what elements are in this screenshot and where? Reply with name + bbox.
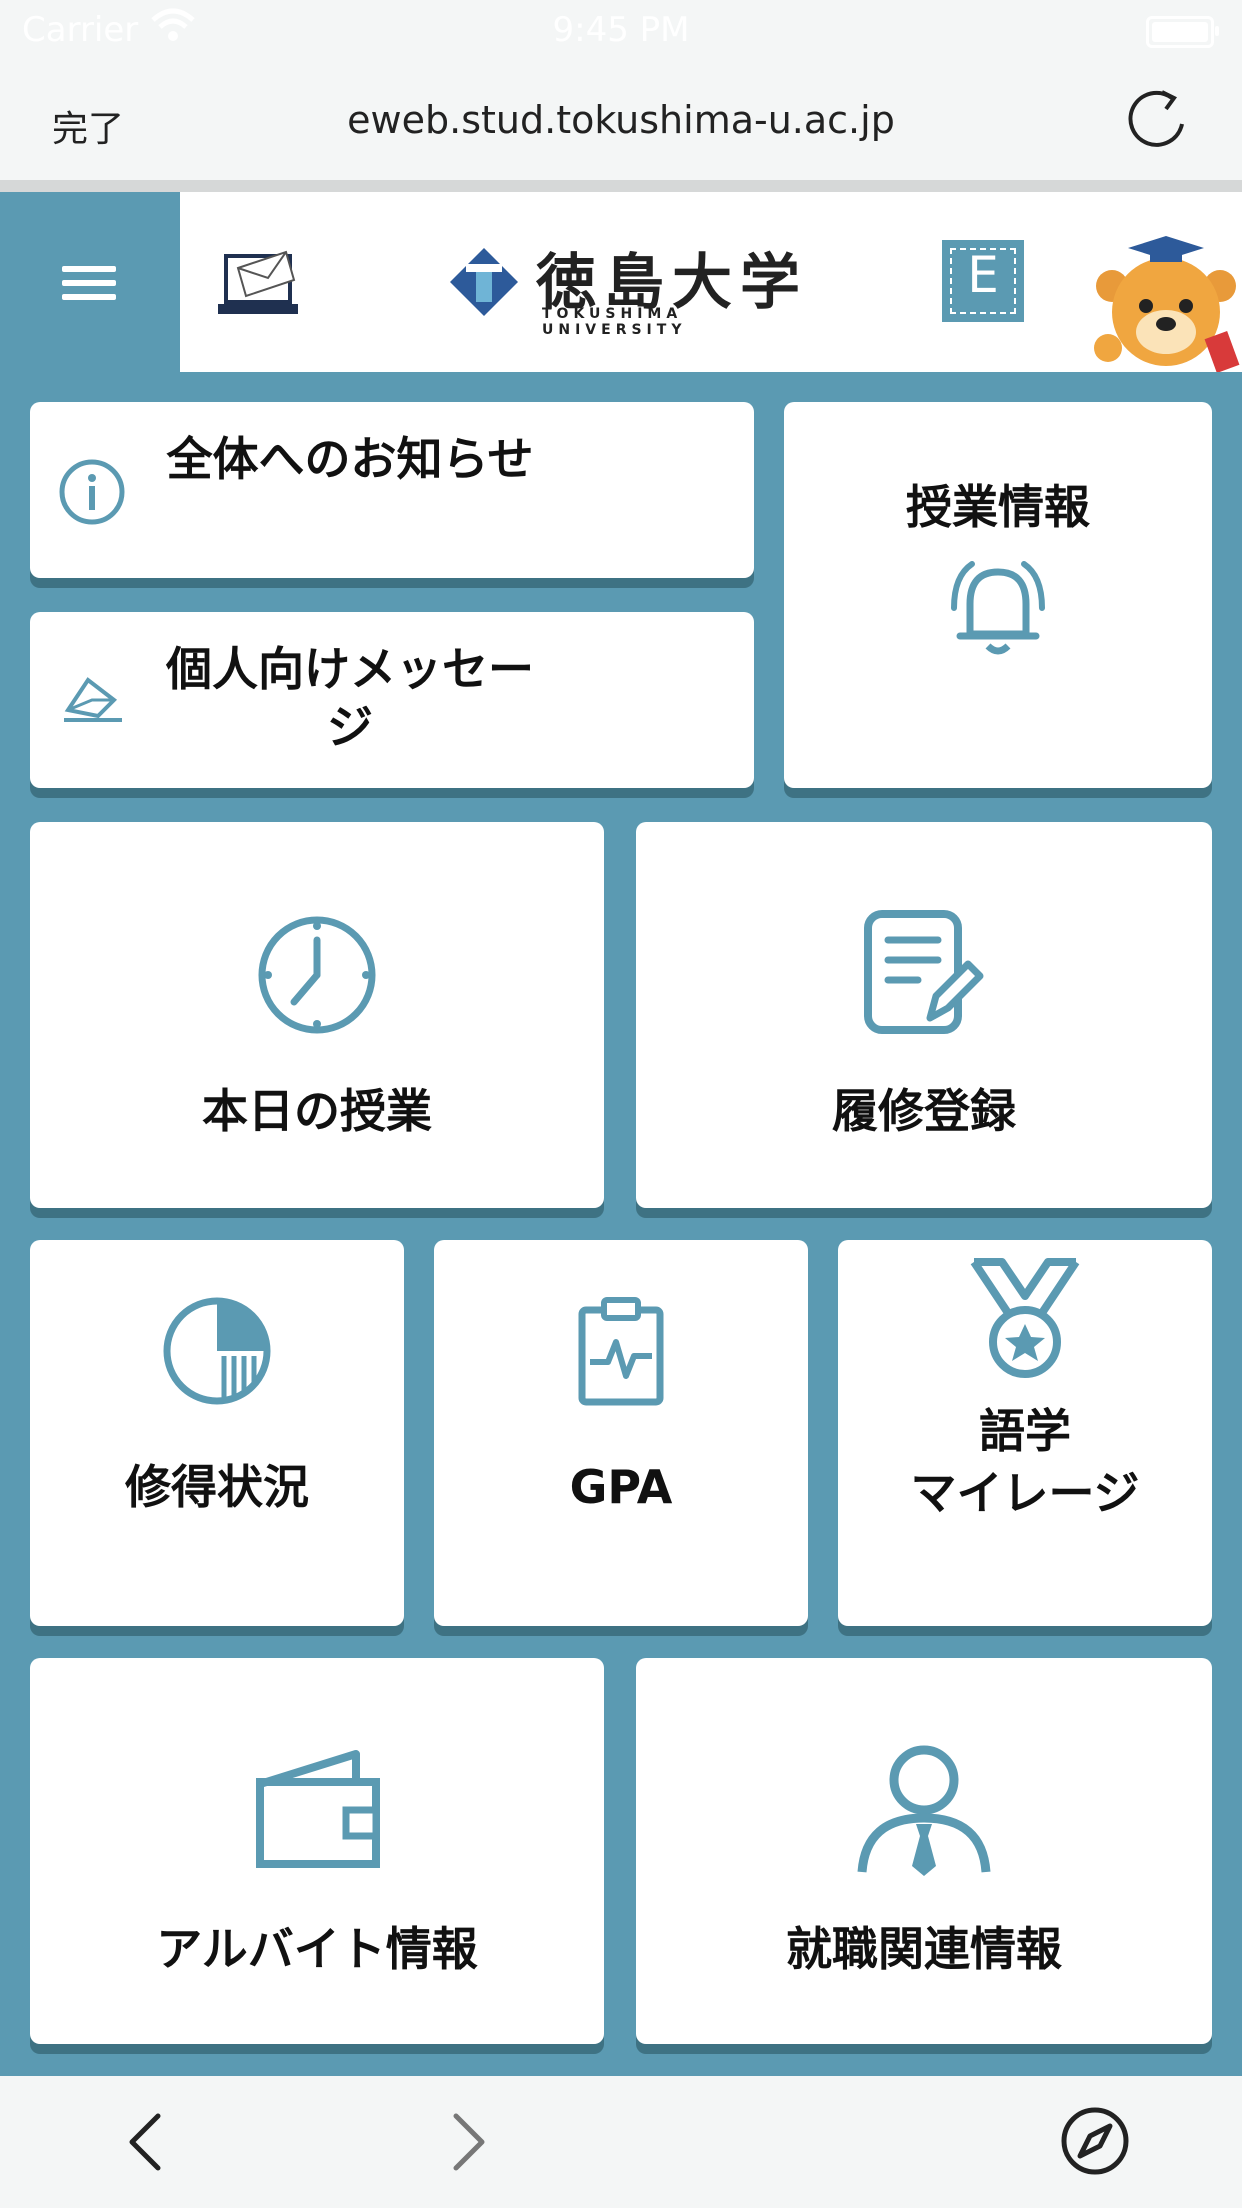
medal-icon	[970, 1258, 1080, 1378]
clock: 9:45 PM	[552, 10, 690, 50]
class-info-tile[interactable]: 授業情報	[784, 402, 1212, 788]
browser-toolbar: 完了 eweb.stud.tokushima-u.ac.jp	[0, 62, 1242, 180]
info-icon	[59, 459, 125, 525]
browser-bottom-bar	[0, 2076, 1242, 2208]
logo-english: TOKUSHIMA UNIVERSITY	[542, 306, 687, 338]
personal-messages-label: 個人向けメッセージ	[166, 642, 534, 754]
language-mileage-label-line2: マイレージ	[910, 1466, 1140, 1520]
compass-icon[interactable]	[1060, 2106, 1130, 2176]
announcements-tile[interactable]: 全体へのお知らせ	[30, 402, 754, 578]
personal-messages-tile[interactable]: 個人向けメッセージ	[30, 612, 754, 788]
envelope-open-icon	[64, 677, 122, 722]
document-edit-icon	[864, 910, 984, 1034]
page-load-progress	[0, 180, 1242, 192]
battery-icon	[1146, 16, 1219, 48]
university-emblem-icon	[450, 248, 518, 316]
clipboard-pulse-icon	[578, 1297, 664, 1406]
hamburger-menu-button[interactable]	[0, 192, 180, 372]
part-time-job-tile[interactable]: アルバイト情報	[30, 1658, 604, 2044]
today-classes-tile[interactable]: 本日の授業	[30, 822, 604, 1208]
back-arrow-icon[interactable]	[116, 2110, 180, 2174]
part-time-job-label: アルバイト情報	[156, 1922, 478, 1976]
forward-arrow-icon[interactable]	[434, 2110, 498, 2174]
language-mileage-tile[interactable]: 語学 マイレージ	[838, 1240, 1212, 1626]
e-learning-button[interactable]: E	[942, 240, 1024, 322]
bell-icon	[951, 561, 1045, 655]
course-registration-tile[interactable]: 履修登録	[636, 822, 1212, 1208]
course-registration-label: 履修登録	[832, 1084, 1016, 1138]
e-label: E	[967, 246, 999, 304]
wallet-icon	[256, 1750, 380, 1868]
gpa-tile[interactable]: GPA	[434, 1240, 808, 1626]
reload-icon[interactable]	[1122, 84, 1192, 154]
mascot-bear-icon	[1094, 236, 1240, 372]
gpa-label: GPA	[569, 1460, 673, 1514]
career-info-label: 就職関連情報	[786, 1922, 1062, 1976]
credits-status-tile[interactable]: 修得状況	[30, 1240, 404, 1626]
class-info-label: 授業情報	[906, 480, 1090, 534]
career-info-tile[interactable]: 就職関連情報	[636, 1658, 1212, 2044]
pie-chart-icon	[163, 1297, 271, 1405]
person-tie-icon	[857, 1745, 991, 1876]
university-logo[interactable]: 徳島大学 TOKUSHIMA UNIVERSITY	[448, 232, 808, 338]
mail-laptop-icon[interactable]	[216, 246, 300, 320]
today-classes-label: 本日の授業	[202, 1084, 432, 1138]
language-mileage-label-line1: 語学	[979, 1404, 1071, 1458]
url-display[interactable]: eweb.stud.tokushima-u.ac.jp	[0, 98, 1242, 142]
status-bar: Carrier 9:45 PM	[0, 0, 1242, 62]
announcements-label: 全体へのお知らせ	[166, 432, 534, 486]
clock-icon	[258, 916, 376, 1034]
credits-status-label: 修得状況	[125, 1460, 309, 1514]
